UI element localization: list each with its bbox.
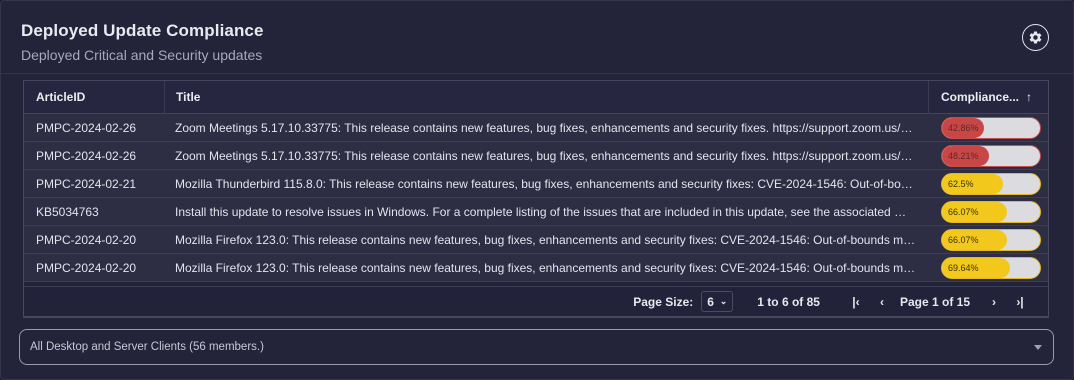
- article-id-cell: PMPC-2024-02-20: [36, 232, 137, 247]
- compliance-percent: 66.07%: [948, 206, 979, 217]
- title-cell: Mozilla Firefox 123.0: This release cont…: [175, 260, 928, 275]
- compliance-percent: 69.64%: [948, 262, 979, 273]
- previous-page-button[interactable]: ‹: [872, 295, 892, 309]
- gear-icon: [1029, 31, 1042, 44]
- chevron-down-icon: ⌄: [719, 296, 728, 306]
- column-header-articleid[interactable]: ArticleID: [24, 81, 164, 114]
- table-row[interactable]: PMPC-2024-02-21 Mozilla Thunderbird 115.8…: [24, 170, 1048, 198]
- compliance-bar: 69.64%: [941, 256, 1041, 279]
- pagination-bar: Page Size: 6 ⌄ 1 to 6 of 85 |‹ ‹ Page 1 …: [23, 286, 1049, 317]
- article-id-cell: KB5034763: [36, 204, 99, 219]
- table-row[interactable]: PMPC-2024-02-26 Zoom Meetings 5.17.10.337…: [24, 114, 1048, 142]
- next-page-button[interactable]: ›: [984, 295, 1004, 309]
- title-cell: Zoom Meetings 5.17.10.33775: This releas…: [175, 148, 927, 163]
- widget-subtitle: Deployed Critical and Security updates: [21, 47, 263, 63]
- page-indicator: Page 1 of 15: [899, 294, 970, 309]
- compliance-percent: 42.86%: [948, 122, 979, 133]
- compliance-cell: 62.5%: [928, 172, 1048, 195]
- page-size-select[interactable]: 6 ⌄: [701, 291, 734, 312]
- first-page-button[interactable]: |‹: [846, 295, 866, 309]
- title-cell: Mozilla Thunderbird 115.8.0: This releas…: [175, 176, 925, 191]
- title-cell: Install this update to resolve issues in…: [175, 204, 923, 219]
- compliance-bar: 42.86%: [941, 116, 1041, 139]
- title-cell: Mozilla Firefox 123.0: This release cont…: [175, 232, 928, 247]
- compliance-cell: 66.07%: [928, 200, 1048, 223]
- table-row[interactable]: PMPC-2024-02-26 Zoom Meetings 5.17.10.337…: [24, 142, 1048, 170]
- compliance-percent: 48.21%: [948, 150, 979, 161]
- compliance-bar: 66.07%: [941, 228, 1041, 251]
- header-divider: [1, 73, 1073, 74]
- collection-dropdown[interactable]: All Desktop and Server Clients (56 membe…: [19, 329, 1054, 365]
- compliance-widget: Deployed Update Compliance Deployed Crit…: [0, 0, 1074, 380]
- table-row[interactable]: PMPC-2024-02-20 Mozilla Firefox 123.0: Th…: [24, 254, 1048, 282]
- page-size-label: Page Size:: [633, 294, 694, 309]
- title-cell: Zoom Meetings 5.17.10.33775: This releas…: [175, 120, 927, 135]
- table-row[interactable]: KB5034763 Install this update to resolve …: [24, 198, 1048, 226]
- article-id-cell: PMPC-2024-02-20: [36, 260, 137, 275]
- settings-button[interactable]: [1022, 24, 1049, 51]
- last-page-button[interactable]: ›|: [1010, 295, 1030, 309]
- widget-header: Deployed Update Compliance Deployed Crit…: [21, 21, 264, 63]
- compliance-bar: 66.07%: [941, 200, 1041, 223]
- table-header: ArticleID Title Compliance... ↑: [24, 81, 1048, 114]
- column-header-compliance[interactable]: Compliance... ↑: [928, 81, 1048, 114]
- widget-title: Deployed Update Compliance: [21, 21, 264, 40]
- table-row[interactable]: PMPC-2024-02-20 Mozilla Firefox 123.0: Th…: [24, 226, 1048, 254]
- compliance-cell: 66.07%: [928, 228, 1048, 251]
- compliance-cell: 69.64%: [928, 256, 1048, 279]
- article-id-cell: PMPC-2024-02-21: [36, 176, 137, 191]
- compliance-bar: 62.5%: [941, 172, 1041, 195]
- page-size-value: 6: [707, 294, 714, 309]
- compliance-table: ArticleID Title Compliance... ↑ PMPC-202…: [23, 80, 1049, 318]
- sort-ascending-icon: ↑: [1026, 90, 1033, 104]
- compliance-bar: 48.21%: [941, 144, 1041, 167]
- column-header-title[interactable]: Title: [164, 81, 928, 114]
- article-id-cell: PMPC-2024-02-26: [36, 120, 137, 135]
- compliance-cell: 48.21%: [928, 144, 1048, 167]
- collection-selected: All Desktop and Server Clients (56 membe…: [30, 341, 264, 353]
- compliance-cell: 42.86%: [928, 116, 1048, 139]
- column-header-compliance-label: Compliance...: [941, 90, 1020, 104]
- row-range: 1 to 6 of 85: [757, 294, 820, 309]
- article-id-cell: PMPC-2024-02-26: [36, 148, 137, 163]
- compliance-percent: 66.07%: [948, 234, 979, 245]
- compliance-percent: 62.5%: [948, 178, 974, 189]
- caret-down-icon: [1034, 345, 1042, 350]
- table-body: PMPC-2024-02-26 Zoom Meetings 5.17.10.337…: [24, 114, 1048, 282]
